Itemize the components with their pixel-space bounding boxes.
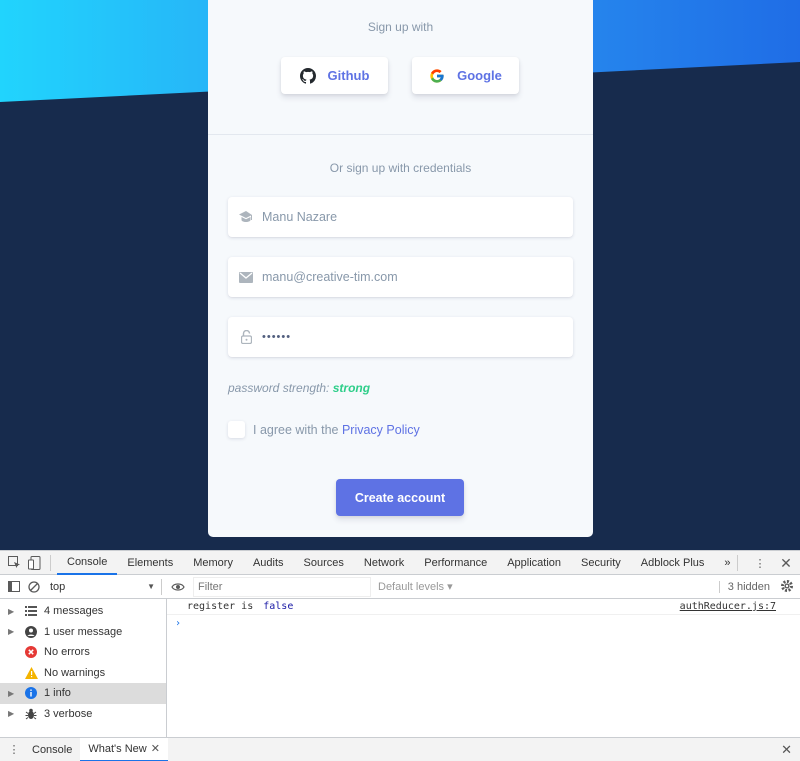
- password-field[interactable]: [228, 317, 573, 357]
- google-icon: [430, 68, 444, 83]
- drawer-menu-icon[interactable]: ⋮: [4, 740, 24, 760]
- google-label: Google: [457, 68, 502, 83]
- tab-performance[interactable]: Performance: [414, 551, 497, 575]
- github-label: Github: [327, 68, 370, 83]
- drawer-tabbar: ⋮ Console What's New ✕ ✕: [0, 737, 800, 761]
- sidebar-item-messages[interactable]: ▶ 4 messages: [0, 601, 166, 622]
- credentials-label: Or sign up with credentials: [329, 161, 472, 175]
- sidebar-item-label: 4 messages: [44, 605, 104, 618]
- privacy-policy-link[interactable]: Privacy Policy: [342, 423, 420, 437]
- password-strength: password strength: strong: [228, 381, 370, 395]
- name-field[interactable]: [228, 197, 573, 237]
- error-icon: [24, 646, 38, 659]
- agree-row: I agree with the Privacy Policy: [228, 421, 420, 438]
- clear-console-icon[interactable]: [24, 577, 44, 597]
- drawer-tab-label: What's New: [88, 742, 147, 755]
- filter-input[interactable]: [193, 576, 371, 597]
- console-body: ▶ 4 messages ▶ 1 user message No errors: [0, 599, 800, 737]
- email-field[interactable]: [228, 257, 573, 297]
- tab-security[interactable]: Security: [571, 551, 631, 575]
- log-entry: register is false authReducer.js:7: [167, 599, 800, 615]
- github-icon: [299, 67, 316, 84]
- devtools-actions: ⋮ ✕: [731, 553, 796, 573]
- drawer-tab-whats-new[interactable]: What's New ✕: [80, 737, 168, 761]
- kebab-menu-icon[interactable]: ⋮: [750, 553, 770, 573]
- graduation-cap-icon: [238, 209, 254, 225]
- inspect-icon[interactable]: [4, 553, 24, 573]
- context-label: top: [50, 580, 66, 593]
- close-drawer-icon[interactable]: ✕: [781, 742, 792, 758]
- console-sidebar: ▶ 4 messages ▶ 1 user message No errors: [0, 599, 167, 737]
- sidebar-item-errors[interactable]: No errors: [0, 642, 166, 663]
- divider: [737, 555, 738, 571]
- unlock-icon: [238, 329, 254, 345]
- console-output: register is false authReducer.js:7 ›: [167, 599, 800, 737]
- eye-icon[interactable]: [168, 577, 188, 597]
- tab-audits[interactable]: Audits: [243, 551, 294, 575]
- close-devtools-icon[interactable]: ✕: [776, 553, 796, 573]
- strength-label: password strength:: [228, 381, 330, 395]
- page-background: Sign up with Github Google Or sign up wi…: [0, 0, 800, 550]
- log-value: false: [263, 601, 294, 612]
- drawer-tab-console[interactable]: Console: [24, 738, 80, 761]
- agree-checkbox[interactable]: [228, 421, 245, 438]
- sidebar-item-label: 3 verbose: [44, 707, 93, 720]
- divider: [50, 554, 51, 571]
- email-input[interactable]: [262, 270, 562, 284]
- gear-icon[interactable]: [780, 579, 794, 596]
- expand-arrow-icon[interactable]: ▶: [8, 607, 18, 616]
- tab-sources[interactable]: Sources: [294, 551, 354, 575]
- strength-value: strong: [332, 381, 371, 395]
- close-tab-icon[interactable]: ✕: [151, 742, 160, 755]
- hidden-count: 3 hidden: [718, 580, 770, 593]
- log-levels-dropdown[interactable]: Default levels ▾: [378, 580, 453, 593]
- chevron-down-icon: ▼: [147, 582, 155, 591]
- sidebar-item-label: 1 user message: [44, 625, 123, 638]
- device-toolbar-icon[interactable]: [24, 553, 44, 573]
- agree-text: I agree with the: [253, 422, 339, 437]
- devtools-tabbar: Console Elements Memory Audits Sources N…: [0, 551, 800, 575]
- create-account-button[interactable]: Create account: [336, 479, 464, 516]
- social-section: Sign up with Github Google: [208, 0, 593, 135]
- info-icon: [24, 687, 38, 700]
- expand-arrow-icon[interactable]: ▶: [8, 689, 18, 698]
- sidebar-item-warnings[interactable]: No warnings: [0, 663, 166, 684]
- log-source-link[interactable]: authReducer.js:7: [680, 601, 776, 612]
- tab-elements[interactable]: Elements: [117, 551, 183, 575]
- console-prompt[interactable]: ›: [167, 615, 800, 631]
- sidebar-item-label: No errors: [44, 646, 90, 659]
- tab-adblock-plus[interactable]: Adblock Plus: [631, 551, 715, 575]
- sidebar-item-label: No warnings: [44, 666, 106, 679]
- signup-card: Sign up with Github Google Or sign up wi…: [208, 0, 593, 537]
- prompt-chevron-icon: ›: [175, 617, 182, 629]
- devtools-panel: Console Elements Memory Audits Sources N…: [0, 550, 800, 761]
- sidebar-toggle-icon[interactable]: [4, 577, 24, 597]
- tab-memory[interactable]: Memory: [183, 551, 243, 575]
- google-button[interactable]: Google: [412, 57, 519, 94]
- bug-icon: [24, 708, 38, 720]
- expand-arrow-icon[interactable]: ▶: [8, 627, 18, 636]
- context-selector[interactable]: top ▼: [50, 578, 162, 595]
- signup-with-label: Sign up with: [367, 20, 434, 34]
- tab-application[interactable]: Application: [497, 551, 571, 575]
- warning-icon: [24, 666, 38, 679]
- list-icon: [24, 606, 38, 617]
- expand-arrow-icon[interactable]: ▶: [8, 709, 18, 718]
- console-toolbar: top ▼ Default levels ▾ 3 hidden: [0, 575, 800, 599]
- tab-network[interactable]: Network: [354, 551, 414, 575]
- sidebar-item-verbose[interactable]: ▶ 3 verbose: [0, 704, 166, 725]
- user-icon: [24, 625, 38, 638]
- sidebar-item-info[interactable]: ▶ 1 info: [0, 683, 166, 704]
- name-input[interactable]: [262, 210, 562, 224]
- password-input[interactable]: [262, 331, 562, 343]
- tab-console[interactable]: Console: [57, 551, 118, 575]
- sidebar-item-label: 1 info: [44, 687, 71, 700]
- log-text: register is: [187, 601, 254, 612]
- sidebar-item-user-messages[interactable]: ▶ 1 user message: [0, 622, 166, 643]
- email-icon: [238, 269, 254, 285]
- github-button[interactable]: Github: [281, 57, 388, 94]
